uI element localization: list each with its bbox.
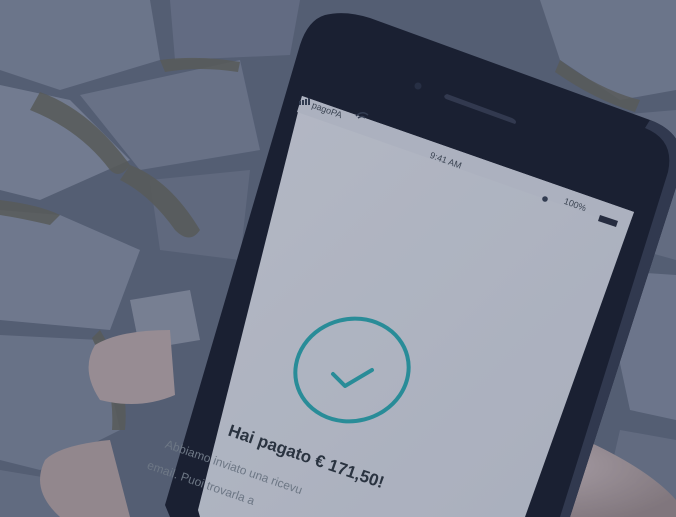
- photo-background: [0, 0, 676, 517]
- front-camera: [414, 82, 422, 90]
- alarm-icon: [542, 196, 548, 202]
